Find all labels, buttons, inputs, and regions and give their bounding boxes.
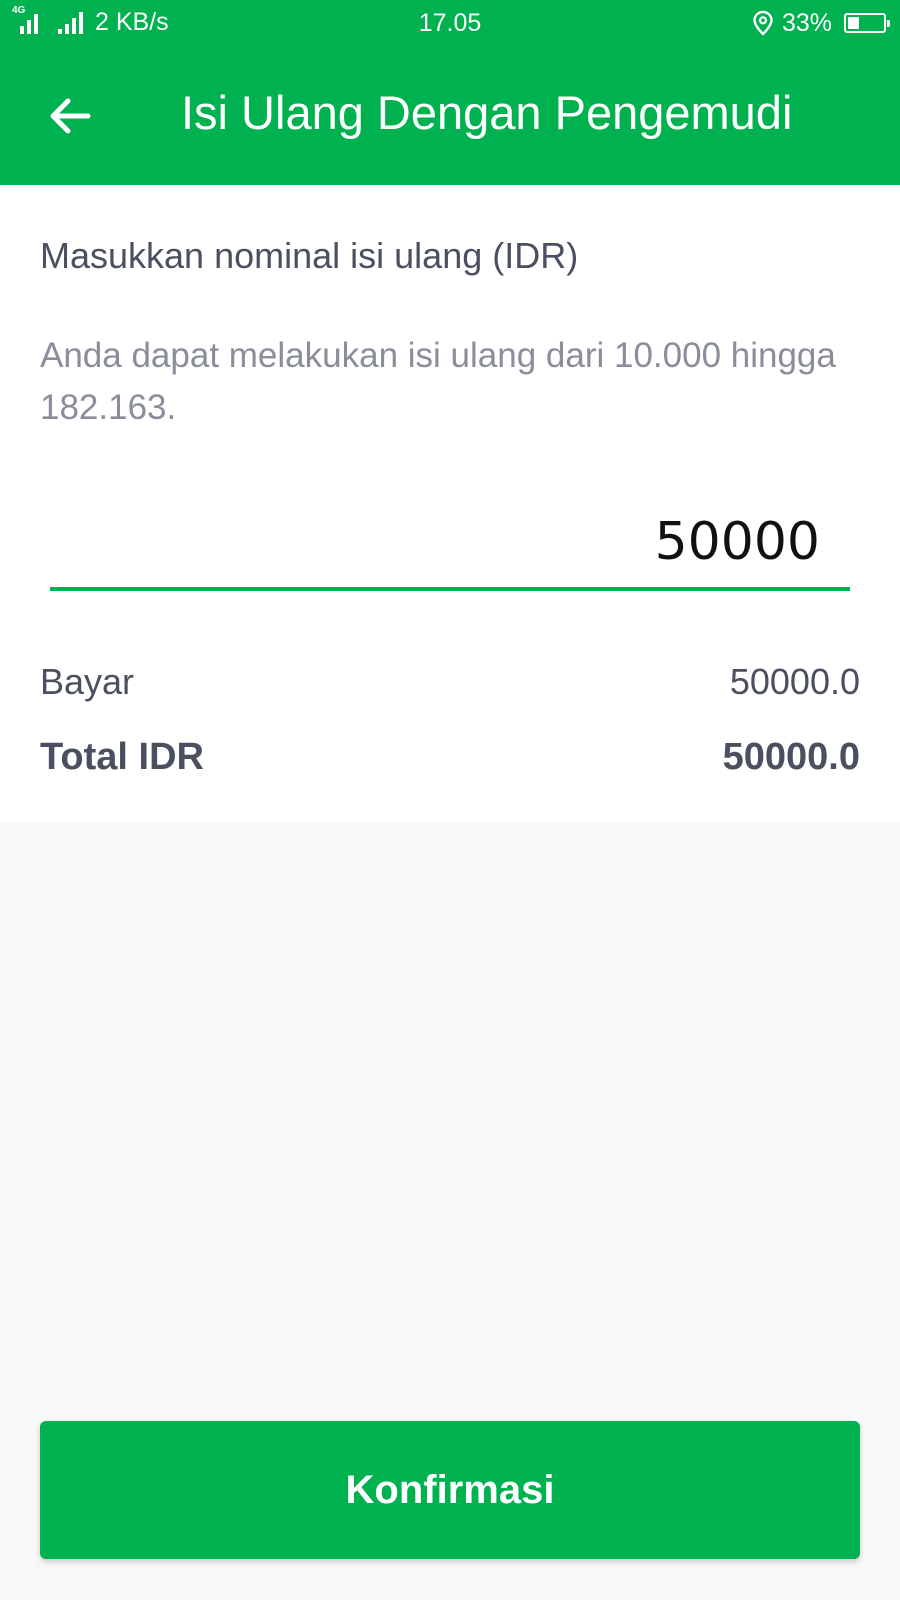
back-button[interactable] — [40, 86, 100, 146]
page-title: Isi Ulang Dengan Pengemudi — [181, 86, 793, 139]
topup-form-card: Masukkan nominal isi ulang (IDR) Anda da… — [0, 185, 900, 823]
confirm-button[interactable]: Konfirmasi — [40, 1421, 860, 1559]
amount-field — [50, 505, 850, 595]
arrow-left-icon — [50, 98, 91, 134]
status-bar: 4G 2 KB/s 17.05 33% — [0, 0, 900, 46]
location-pin-icon — [753, 10, 773, 36]
battery-icon — [844, 13, 890, 33]
amount-range-hint: Anda dapat melakukan isi ulang dari 10.0… — [40, 336, 836, 427]
pay-label: Bayar — [40, 661, 135, 702]
pay-row: Bayar 50000.0 — [40, 659, 860, 705]
total-value: 50000.0 — [722, 735, 860, 778]
amount-prompt-label: Masukkan nominal isi ulang (IDR) — [40, 235, 579, 276]
total-label: Total IDR — [40, 735, 204, 778]
amount-input[interactable] — [50, 505, 850, 591]
total-row: Total IDR 50000.0 — [40, 733, 860, 781]
app-bar: Isi Ulang Dengan Pengemudi — [0, 46, 900, 185]
battery-level — [848, 17, 859, 29]
battery-percent: 33% — [781, 8, 832, 37]
pay-value: 50000.0 — [729, 661, 860, 702]
status-right: 33% — [752, 8, 890, 38]
